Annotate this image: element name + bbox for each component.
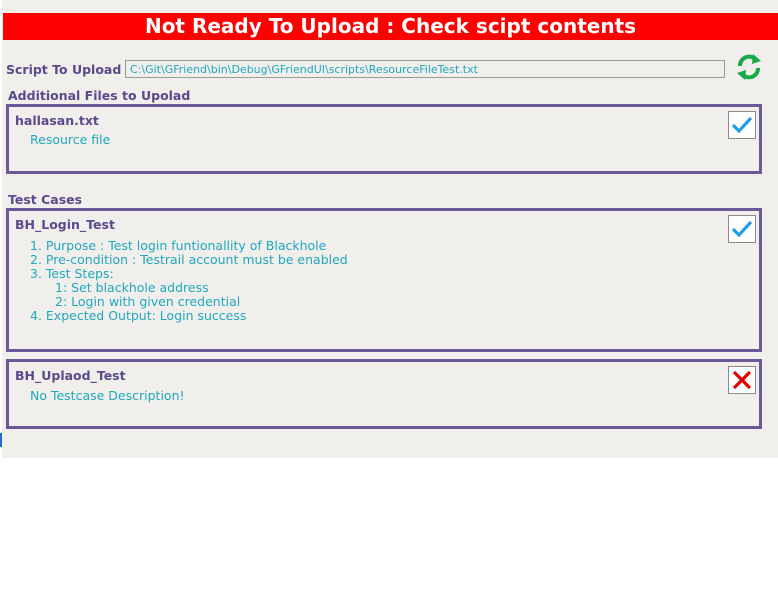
close-x-icon xyxy=(732,370,752,390)
test-case-line: 1: Set blackhole address xyxy=(55,280,209,295)
test-case-line: 2: Login with given credential xyxy=(55,294,241,309)
file-name: hallasan.txt xyxy=(15,113,99,128)
test-case-line: 4. Expected Output: Login success xyxy=(30,308,247,323)
additional-files-label: Additional Files to Upolad xyxy=(8,88,191,103)
test-case-fail-toggle[interactable] xyxy=(728,366,756,394)
file-description: Resource file xyxy=(30,132,111,147)
status-banner: Not Ready To Upload : Check scipt conten… xyxy=(3,13,778,40)
test-case-line: 3. Test Steps: xyxy=(30,266,114,281)
test-case-card: BH_Login_Test 1. Purpose : Test login fu… xyxy=(6,208,762,352)
refresh-icon xyxy=(737,54,761,80)
test-case-line: 1. Purpose : Test login funtionallity of… xyxy=(30,238,327,253)
refresh-button[interactable] xyxy=(734,52,764,82)
test-case-name: BH_Uplaod_Test xyxy=(15,368,126,383)
file-card: hallasan.txt Resource file xyxy=(6,104,762,174)
scrollbar-edge xyxy=(0,433,2,447)
file-check-toggle[interactable] xyxy=(728,111,756,139)
test-cases-label: Test Cases xyxy=(8,192,83,207)
test-case-card: BH_Uplaod_Test No Testcase Description! xyxy=(6,359,762,429)
test-case-name: BH_Login_Test xyxy=(15,217,115,232)
checkmark-icon xyxy=(731,220,753,238)
checkmark-icon xyxy=(731,116,753,134)
script-path-input[interactable] xyxy=(125,60,725,78)
test-case-line: 2. Pre-condition : Testrail account must… xyxy=(30,252,348,267)
test-case-line: No Testcase Description! xyxy=(30,388,185,403)
test-case-check-toggle[interactable] xyxy=(728,215,756,243)
script-label: Script To Upload xyxy=(6,62,122,77)
